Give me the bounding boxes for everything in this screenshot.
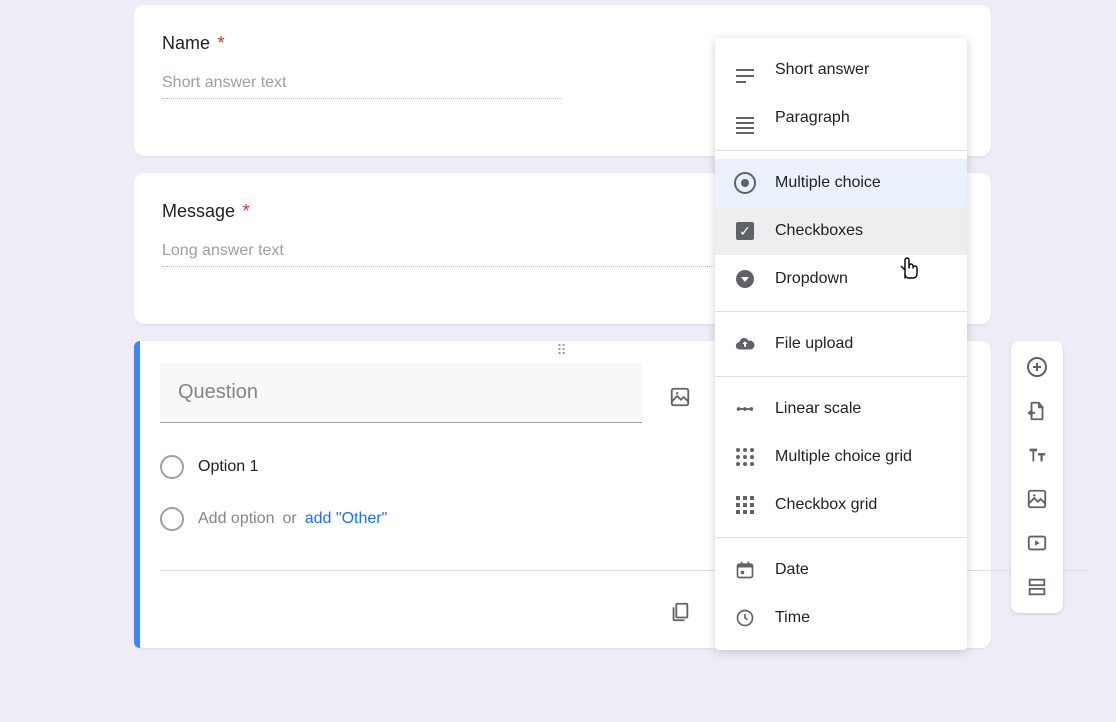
menu-item-short-answer[interactable]: Short answer	[715, 46, 967, 94]
calendar-icon	[733, 558, 757, 582]
short-answer-icon	[733, 58, 757, 82]
clock-icon	[733, 606, 757, 630]
menu-item-label: Date	[775, 561, 809, 579]
menu-item-date[interactable]: Date	[715, 546, 967, 594]
menu-separator	[715, 376, 967, 377]
dot-grid-icon	[733, 445, 757, 469]
menu-item-time[interactable]: Time	[715, 594, 967, 642]
or-text: or	[283, 510, 297, 528]
menu-separator	[715, 311, 967, 312]
question-title: Message	[162, 201, 235, 221]
add-option-button[interactable]: Add option	[198, 510, 275, 528]
video-icon	[1026, 532, 1048, 554]
section-icon	[1026, 576, 1048, 598]
import-questions-button[interactable]	[1019, 393, 1055, 429]
option-label[interactable]: Option 1	[198, 458, 258, 476]
plus-circle-icon	[1025, 355, 1049, 379]
option-row-add: Add option or add "Other"	[160, 507, 387, 531]
menu-item-label: Time	[775, 609, 810, 627]
linear-scale-icon	[733, 397, 757, 421]
menu-item-label: Linear scale	[775, 400, 861, 418]
add-other-button[interactable]: add "Other"	[305, 510, 388, 528]
add-image-button[interactable]	[660, 377, 700, 417]
menu-item-label: Dropdown	[775, 270, 848, 288]
menu-item-mc-grid[interactable]: Multiple choice grid	[715, 433, 967, 481]
question-title-input[interactable]	[160, 363, 642, 423]
radio-checked-icon	[733, 171, 757, 195]
copy-icon	[669, 601, 691, 623]
add-video-button[interactable]	[1019, 525, 1055, 561]
checkbox-icon: ✓	[733, 219, 757, 243]
paragraph-icon	[733, 106, 757, 130]
menu-item-checkboxes[interactable]: ✓ Checkboxes	[715, 207, 967, 255]
menu-item-label: Multiple choice	[775, 174, 881, 192]
menu-item-label: File upload	[775, 335, 853, 353]
cloud-upload-icon	[733, 332, 757, 356]
add-section-button[interactable]	[1019, 569, 1055, 605]
menu-item-label: Checkbox grid	[775, 496, 877, 514]
image-icon	[1026, 488, 1048, 510]
question-title: Name	[162, 33, 210, 53]
menu-item-label: Short answer	[775, 61, 869, 79]
square-grid-icon	[733, 493, 757, 517]
question-type-menu: Short answer Paragraph Multiple choice ✓…	[715, 38, 967, 650]
text-title-icon	[1026, 444, 1048, 466]
required-asterisk: *	[243, 201, 250, 221]
image-icon	[669, 386, 691, 408]
import-file-icon	[1026, 400, 1048, 422]
option-row-1[interactable]: Option 1	[160, 455, 258, 479]
menu-separator	[715, 537, 967, 538]
radio-icon	[160, 507, 184, 531]
add-title-button[interactable]	[1019, 437, 1055, 473]
add-question-button[interactable]	[1019, 349, 1055, 385]
menu-separator	[715, 150, 967, 151]
add-image-button-toolbar[interactable]	[1019, 481, 1055, 517]
side-toolbar	[1011, 341, 1063, 613]
menu-item-label: Multiple choice grid	[775, 448, 912, 466]
menu-item-linear-scale[interactable]: Linear scale	[715, 385, 967, 433]
duplicate-button[interactable]	[660, 592, 700, 632]
menu-item-label: Paragraph	[775, 109, 850, 127]
menu-item-cb-grid[interactable]: Checkbox grid	[715, 481, 967, 529]
menu-item-paragraph[interactable]: Paragraph	[715, 94, 967, 142]
short-answer-placeholder: Short answer text	[162, 74, 562, 99]
dropdown-icon	[733, 267, 757, 291]
required-asterisk: *	[217, 33, 224, 53]
radio-icon	[160, 455, 184, 479]
active-card-accent	[134, 341, 140, 648]
menu-item-file-upload[interactable]: File upload	[715, 320, 967, 368]
menu-item-multiple-choice[interactable]: Multiple choice	[715, 159, 967, 207]
menu-item-dropdown[interactable]: Dropdown	[715, 255, 967, 303]
menu-item-label: Checkboxes	[775, 222, 863, 240]
